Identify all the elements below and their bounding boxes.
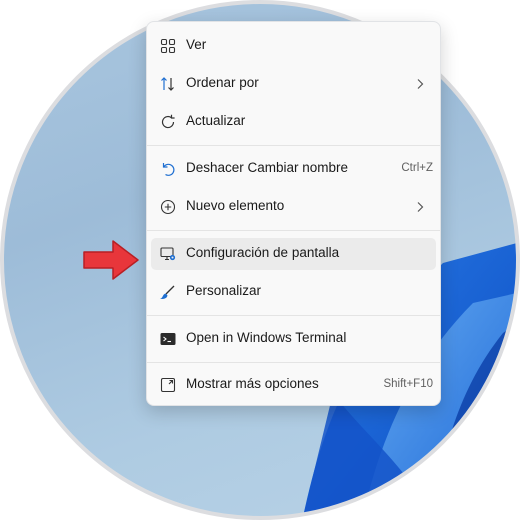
- chevron-right-icon: [417, 79, 424, 89]
- menu-item-label: Configuración de pantalla: [186, 245, 340, 260]
- shortcut-label: Shift+F10: [383, 378, 433, 390]
- undo-icon: [162, 163, 175, 176]
- menu-item-personalizar[interactable]: Personalizar: [151, 276, 436, 308]
- chevron-right-icon: [417, 202, 424, 212]
- terminal-icon: [160, 333, 176, 345]
- view-grid-icon: [160, 38, 176, 54]
- menu-item-nuevo-elemento[interactable]: Nuevo elemento: [151, 191, 436, 223]
- menu-item-ordenar-por[interactable]: Ordenar por: [151, 68, 436, 100]
- screenshot-stage: Ver Ordenar por Actualizar Deshacer Camb…: [0, 0, 520, 520]
- new-item-icon: [160, 199, 176, 215]
- menu-item-label: Deshacer Cambiar nombre: [186, 160, 349, 175]
- menu-item-label: Ver: [186, 37, 207, 52]
- menu-item-configuracion-de-pantalla[interactable]: Configuración de pantalla: [151, 238, 436, 270]
- sort-icon: [161, 77, 174, 91]
- menu-separator: [147, 362, 440, 363]
- red-pointer-arrow-icon: [83, 240, 139, 280]
- menu-item-label: Nuevo elemento: [186, 198, 285, 213]
- display-settings-icon: [160, 247, 176, 261]
- menu-item-actualizar[interactable]: Actualizar: [151, 106, 436, 138]
- menu-separator: [147, 145, 440, 146]
- shortcut-label: Ctrl+Z: [401, 162, 433, 174]
- menu-item-mostrar-mas-opciones[interactable]: Mostrar más opciones Shift+F10: [151, 369, 436, 401]
- refresh-icon: [161, 114, 175, 129]
- menu-item-label: Ordenar por: [186, 75, 259, 90]
- menu-separator: [147, 230, 440, 231]
- more-options-icon: [160, 377, 176, 393]
- menu-item-label: Mostrar más opciones: [186, 376, 319, 391]
- menu-separator: [147, 315, 440, 316]
- menu-item-ver[interactable]: Ver: [151, 30, 436, 62]
- desktop-context-menu: Ver Ordenar por Actualizar Deshacer Camb…: [146, 21, 441, 406]
- menu-item-open-in-windows-terminal[interactable]: Open in Windows Terminal: [151, 323, 436, 355]
- menu-item-deshacer[interactable]: Deshacer Cambiar nombre Ctrl+Z: [151, 153, 436, 185]
- menu-item-label: Open in Windows Terminal: [186, 330, 347, 345]
- menu-item-label: Personalizar: [186, 283, 262, 298]
- brush-icon: [160, 285, 175, 299]
- menu-item-label: Actualizar: [186, 113, 246, 128]
